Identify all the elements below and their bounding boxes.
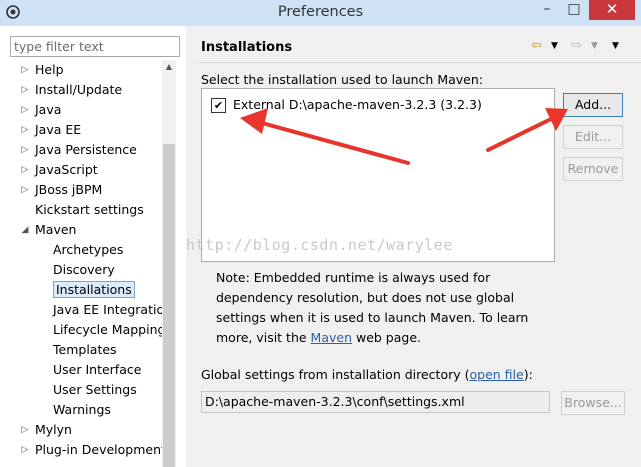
annotation-overlay bbox=[240, 108, 568, 165]
annotation-arrow-to-add bbox=[486, 108, 568, 152]
annotation-arrow-to-installation bbox=[240, 108, 410, 165]
